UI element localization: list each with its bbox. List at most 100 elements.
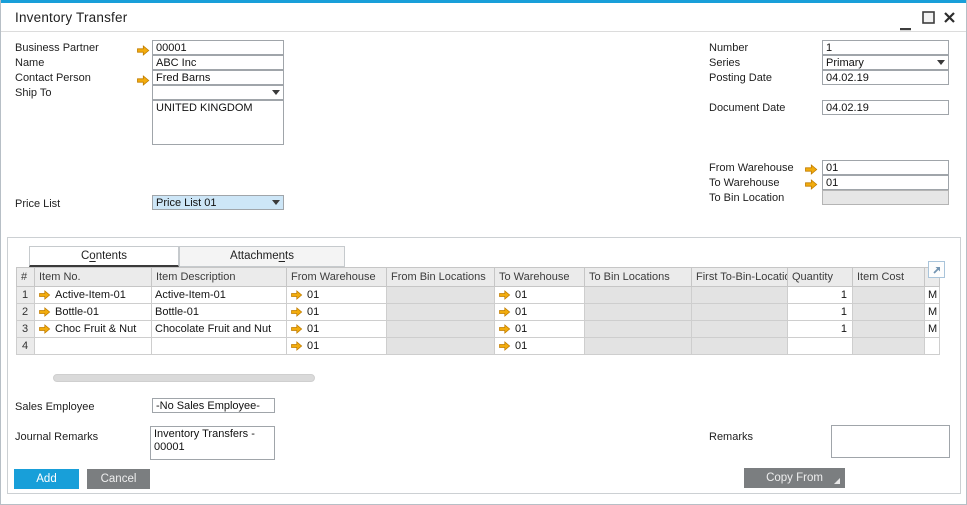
- cell-to-warehouse[interactable]: 01: [495, 287, 585, 304]
- horizontal-scrollbar[interactable]: [53, 374, 315, 382]
- ship-to-address-textarea[interactable]: UNITED KINGDOM: [152, 100, 284, 145]
- contact-person-label: Contact Person: [15, 72, 91, 85]
- col-header-from-warehouse[interactable]: From Warehouse: [287, 268, 387, 287]
- cell-from-warehouse[interactable]: 01: [287, 338, 387, 355]
- business-partner-label: Business Partner: [15, 42, 99, 55]
- items-table: # Item No. Item Description From Warehou…: [16, 267, 940, 355]
- number-input[interactable]: [822, 40, 949, 55]
- cell-from-warehouse[interactable]: 01: [287, 321, 387, 338]
- cell-overflow[interactable]: M: [925, 304, 940, 321]
- cell-from-warehouse[interactable]: 01: [287, 287, 387, 304]
- remarks-textarea[interactable]: [831, 425, 950, 458]
- cancel-button[interactable]: Cancel: [87, 469, 150, 489]
- contact-person-input[interactable]: [152, 70, 284, 85]
- cell-from-bin-locations: [387, 321, 495, 338]
- cell-item-no[interactable]: [35, 338, 152, 355]
- link-arrow-icon[interactable]: [804, 177, 818, 188]
- title-separator: [1, 31, 967, 32]
- titlebar: Inventory Transfer: [1, 3, 967, 30]
- link-arrow-icon: [290, 307, 303, 317]
- col-header-to-bin-locations[interactable]: To Bin Locations: [585, 268, 692, 287]
- col-header-item-cost[interactable]: Item Cost: [853, 268, 925, 287]
- add-button[interactable]: Add: [14, 469, 79, 489]
- cell-item-no[interactable]: Bottle-01: [35, 304, 152, 321]
- cell-quantity[interactable]: 1: [788, 287, 853, 304]
- business-partner-input[interactable]: [152, 40, 284, 55]
- from-warehouse-input[interactable]: [822, 160, 949, 175]
- cell-to-bin-locations: [585, 338, 692, 355]
- price-list-select[interactable]: Price List 01: [152, 195, 284, 210]
- col-header-item-description[interactable]: Item Description: [152, 268, 287, 287]
- link-arrow-icon: [498, 324, 511, 334]
- cell-from-bin-locations: [387, 304, 495, 321]
- cell-to-warehouse[interactable]: 01: [495, 321, 585, 338]
- to-bin-location-input: [822, 190, 949, 205]
- cell-item-no[interactable]: Choc Fruit & Nut: [35, 321, 152, 338]
- price-list-label: Price List: [15, 198, 60, 211]
- tab-attachments[interactable]: Attachments: [179, 246, 345, 267]
- chevron-down-icon: [937, 60, 945, 65]
- link-arrow-icon[interactable]: [136, 43, 150, 54]
- cell-item-description[interactable]: Active-Item-01: [152, 287, 287, 304]
- document-date-input[interactable]: [822, 100, 949, 115]
- cell-overflow[interactable]: M: [925, 287, 940, 304]
- maximize-icon[interactable]: [922, 11, 935, 29]
- cell-to-bin-locations: [585, 321, 692, 338]
- sales-employee-input[interactable]: [152, 398, 275, 413]
- cell-from-warehouse[interactable]: 01: [287, 304, 387, 321]
- cell-item-cost: [853, 304, 925, 321]
- ship-to-select[interactable]: [152, 85, 284, 100]
- cell-from-bin-locations: [387, 287, 495, 304]
- link-arrow-icon[interactable]: [804, 162, 818, 173]
- copy-from-button[interactable]: Copy From: [744, 468, 845, 488]
- link-arrow-icon: [290, 324, 303, 334]
- table-row: 2 Bottle-01 Bottle-01 01 01 1 M: [17, 304, 940, 321]
- col-header-to-warehouse[interactable]: To Warehouse: [495, 268, 585, 287]
- close-icon[interactable]: [943, 11, 956, 29]
- row-number-cell[interactable]: 1: [17, 287, 35, 304]
- row-number-cell[interactable]: 4: [17, 338, 35, 355]
- cell-item-cost: [853, 287, 925, 304]
- journal-remarks-label: Journal Remarks: [15, 431, 98, 444]
- link-arrow-icon: [38, 290, 51, 300]
- cell-overflow[interactable]: M: [925, 321, 940, 338]
- table-header-row: # Item No. Item Description From Warehou…: [17, 268, 940, 287]
- posting-date-label: Posting Date: [709, 72, 772, 85]
- from-warehouse-label: From Warehouse: [709, 162, 794, 175]
- cell-to-warehouse[interactable]: 01: [495, 304, 585, 321]
- col-header-item-no[interactable]: Item No.: [35, 268, 152, 287]
- cell-item-cost: [853, 338, 925, 355]
- expand-grid-icon[interactable]: [928, 261, 945, 278]
- col-header-row-number[interactable]: #: [17, 268, 35, 287]
- col-header-quantity[interactable]: Quantity: [788, 268, 853, 287]
- name-input[interactable]: [152, 55, 284, 70]
- cell-to-warehouse[interactable]: 01: [495, 338, 585, 355]
- link-arrow-icon[interactable]: [136, 73, 150, 84]
- to-warehouse-input[interactable]: [822, 175, 949, 190]
- cell-item-description[interactable]: Bottle-01: [152, 304, 287, 321]
- cell-item-description[interactable]: [152, 338, 287, 355]
- link-arrow-icon: [38, 324, 51, 334]
- row-number-cell[interactable]: 3: [17, 321, 35, 338]
- tab-contents[interactable]: Contents: [29, 246, 179, 267]
- cell-quantity[interactable]: 1: [788, 321, 853, 338]
- row-number-cell[interactable]: 2: [17, 304, 35, 321]
- link-arrow-icon: [290, 341, 303, 351]
- to-warehouse-label: To Warehouse: [709, 177, 780, 190]
- col-header-first-to-bin-location[interactable]: First To-Bin-Location: [692, 268, 788, 287]
- series-select[interactable]: Primary: [822, 55, 949, 70]
- posting-date-input[interactable]: [822, 70, 949, 85]
- to-bin-location-label: To Bin Location: [709, 192, 784, 205]
- link-arrow-icon: [498, 341, 511, 351]
- cell-item-no[interactable]: Active-Item-01: [35, 287, 152, 304]
- cell-item-description[interactable]: Chocolate Fruit and Nut: [152, 321, 287, 338]
- minimize-icon[interactable]: [900, 18, 912, 36]
- cell-quantity[interactable]: 1: [788, 304, 853, 321]
- cell-quantity[interactable]: [788, 338, 853, 355]
- cell-first-to-bin-location: [692, 287, 788, 304]
- journal-remarks-textarea[interactable]: Inventory Transfers - 00001: [150, 426, 275, 460]
- cell-overflow[interactable]: [925, 338, 940, 355]
- ship-to-label: Ship To: [15, 87, 52, 100]
- submenu-triangle-icon: [834, 478, 840, 484]
- col-header-from-bin-locations[interactable]: From Bin Locations: [387, 268, 495, 287]
